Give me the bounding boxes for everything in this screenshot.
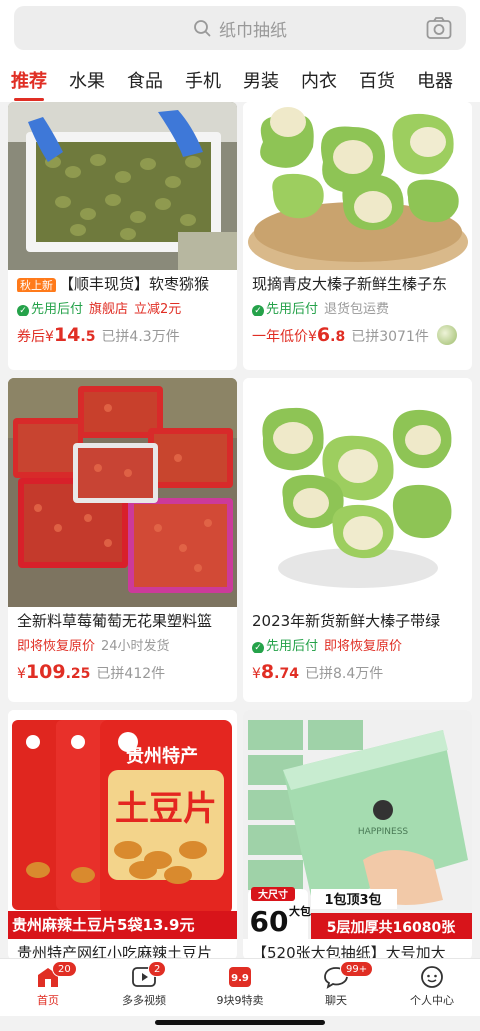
pay-later-icon: ✓ xyxy=(252,641,264,653)
tag-shipping: 24小时发货 xyxy=(101,638,170,654)
tag-price-restore: 即将恢复原价 xyxy=(17,638,96,654)
price-prefix: 一年低价 xyxy=(252,329,308,345)
nav-label: 9块9特卖 xyxy=(216,994,264,1007)
home-indicator[interactable] xyxy=(155,1020,325,1025)
sold-count: 已拼412件 xyxy=(96,666,166,682)
nav-video[interactable]: 2 多多视频 xyxy=(96,959,192,1016)
svg-text:大包: 大包 xyxy=(289,904,311,918)
package-label: 贵州特产 xyxy=(126,745,198,767)
tab-underwear[interactable]: 内衣 xyxy=(290,67,348,93)
nav-profile[interactable]: 个人中心 xyxy=(384,959,480,1016)
sold-count: 已拼8.4万件 xyxy=(304,666,384,682)
promo-banner: 贵州麻辣土豆片5袋13.9元 xyxy=(8,911,237,939)
bottom-nav: 20 首页 2 多多视频 9.9 9块9特卖 99+ 聊天 个人中心 xyxy=(0,958,480,1016)
svg-text:60: 60 xyxy=(250,905,289,938)
category-tabs: 推荐 水果 食品 手机 男装 内衣 百货 电器 xyxy=(0,58,480,102)
search-placeholder: 纸巾抽纸 xyxy=(219,20,287,41)
product-title: 贵州特产网红小吃麻辣土豆片 xyxy=(17,944,213,958)
sold-count: 已拼3071件 xyxy=(351,329,429,345)
product-image[interactable] xyxy=(243,378,472,607)
product-tags: ✓ 先用后付 旗舰店 立减2元 xyxy=(8,292,237,316)
product-image[interactable]: 贵州特产 土豆片 贵州麻辣土豆片5袋13.9元 xyxy=(8,710,237,939)
product-tags: 即将恢复原价 24小时发货 xyxy=(8,629,237,654)
product-title: 2023年新货新鲜大榛子带绿 xyxy=(252,612,441,629)
nav-badge: 20 xyxy=(52,961,77,977)
product-card[interactable]: 全新料草莓葡萄无花果塑料篮 即将恢复原价 24小时发货 ¥ 109 .25 已拼… xyxy=(8,378,237,702)
nav-label: 首页 xyxy=(37,994,59,1007)
tag-pay-later: ✓ 先用后付 xyxy=(252,298,318,316)
nav-home[interactable]: 20 首页 xyxy=(0,959,96,1016)
product-card[interactable]: 2023年新货新鲜大榛子带绿 ✓ 先用后付 即将恢复原价 ¥ 8 .74 已拼8.… xyxy=(243,378,472,702)
sold-count: 已拼4.3万件 xyxy=(101,329,180,345)
price-row: ¥ 8 .74 已拼8.4万件 xyxy=(252,661,384,683)
product-image[interactable] xyxy=(243,102,472,270)
tab-phone[interactable]: 手机 xyxy=(174,67,232,93)
svg-text:9.9: 9.9 xyxy=(231,973,249,984)
promo-banner: 大尺寸 60 大包 1包顶3包 5层加厚共16080张 xyxy=(243,885,472,939)
tag-discount: 立减2元 xyxy=(134,301,182,317)
nav-label: 多多视频 xyxy=(122,994,166,1007)
nav-chat[interactable]: 99+ 聊天 xyxy=(288,959,384,1016)
nav-badge: 2 xyxy=(148,961,167,977)
product-image[interactable] xyxy=(8,102,237,270)
search-icon xyxy=(194,20,211,37)
sale-icon: 9.9 xyxy=(229,967,251,987)
tag-flagship: 旗舰店 xyxy=(89,301,129,317)
pay-later-icon: ✓ xyxy=(17,304,29,316)
product-tags: ✓ 先用后付 即将恢复原价 xyxy=(243,629,472,653)
tag-price-restore: 即将恢复原价 xyxy=(324,638,403,654)
search-input[interactable]: 纸巾抽纸 xyxy=(14,6,466,50)
svg-text:大尺寸: 大尺寸 xyxy=(258,888,288,901)
product-card[interactable]: HAPPINESS 大尺寸 60 大包 1包顶3包 5层加厚共16080张 【5… xyxy=(243,710,472,958)
price: 14 xyxy=(53,324,81,346)
product-card[interactable]: 现摘青皮大榛子新鲜生榛子东 ✓ 先用后付 退货包运费 一年低价 ¥ 6 .8 已拼… xyxy=(243,102,472,370)
price-row: ¥ 109 .25 已拼412件 xyxy=(17,661,166,683)
tag-pay-later: ✓ 先用后付 xyxy=(252,635,318,653)
tab-menswear[interactable]: 男装 xyxy=(232,67,290,93)
product-feed: 秋上新 【顺丰现货】软枣猕猴 ✓ 先用后付 旗舰店 立减2元 券后 ¥ 14 .5 … xyxy=(0,102,480,958)
profile-icon xyxy=(421,966,443,988)
product-card[interactable]: 贵州特产 土豆片 贵州麻辣土豆片5袋13.9元 贵州特产网红小吃麻辣土豆片 xyxy=(8,710,237,958)
camera-icon[interactable] xyxy=(426,16,452,40)
product-title: 全新料草莓葡萄无花果塑料篮 xyxy=(17,612,213,629)
product-card[interactable]: 秋上新 【顺丰现货】软枣猕猴 ✓ 先用后付 旗舰店 立减2元 券后 ¥ 14 .5 … xyxy=(8,102,237,370)
package-big-label: 土豆片 xyxy=(115,789,217,829)
tab-recommend[interactable]: 推荐 xyxy=(0,67,58,101)
nav-label: 个人中心 xyxy=(410,994,454,1007)
pay-later-icon: ✓ xyxy=(252,304,264,316)
nav-sale[interactable]: 9.9 9块9特卖 xyxy=(192,959,288,1016)
product-image[interactable]: HAPPINESS 大尺寸 60 大包 1包顶3包 5层加厚共16080张 xyxy=(243,710,472,939)
product-title: 现摘青皮大榛子新鲜生榛子东 xyxy=(252,275,448,292)
new-badge: 秋上新 xyxy=(17,278,56,292)
svg-text:5层加厚共16080张: 5层加厚共16080张 xyxy=(327,919,456,936)
tab-food[interactable]: 食品 xyxy=(116,67,174,93)
price-row: 一年低价 ¥ 6 .8 已拼3071件 xyxy=(243,316,472,346)
price-prefix: 券后 xyxy=(17,329,45,345)
tag-pay-later: ✓ 先用后付 xyxy=(17,298,83,316)
price: 6 xyxy=(316,324,331,346)
buyer-avatar xyxy=(436,325,457,345)
package-brand: HAPPINESS xyxy=(358,827,409,837)
nav-badge: 99+ xyxy=(340,961,374,977)
nav-label: 聊天 xyxy=(325,994,347,1007)
product-title: 秋上新 【顺丰现货】软枣猕猴 xyxy=(8,270,237,292)
tab-appliance[interactable]: 电器 xyxy=(406,67,464,93)
tag-free-return: 退货包运费 xyxy=(324,301,390,317)
svg-text:1包顶3包: 1包顶3包 xyxy=(324,892,381,908)
tab-fruit[interactable]: 水果 xyxy=(58,67,116,93)
price: 8 xyxy=(260,661,275,683)
product-tags: ✓ 先用后付 退货包运费 xyxy=(243,292,472,316)
search-bar-container: 纸巾抽纸 xyxy=(0,0,480,58)
product-title: 【520张大包抽纸】大号加大 xyxy=(252,944,446,958)
price-row: 券后 ¥ 14 .5 已拼4.3万件 xyxy=(17,324,180,346)
tab-general[interactable]: 百货 xyxy=(348,67,406,93)
app-page: 纸巾抽纸 推荐 水果 食品 手机 男装 内衣 百货 电器 秋上新 【顺丰现货】软… xyxy=(0,0,480,1031)
product-image[interactable] xyxy=(8,378,237,607)
price: 109 xyxy=(25,661,66,683)
